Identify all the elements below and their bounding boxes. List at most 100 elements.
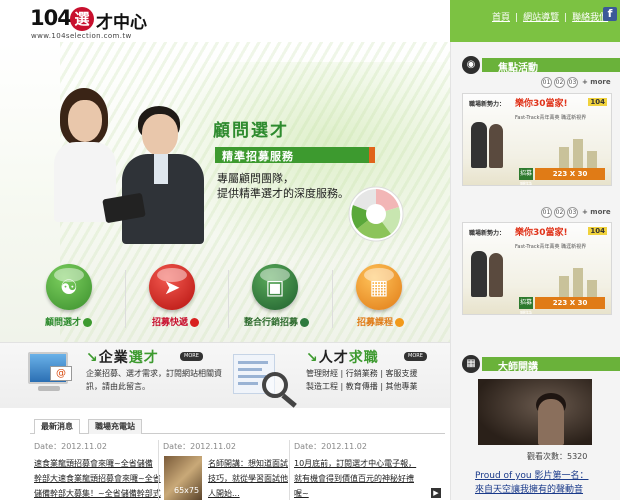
menu-divider xyxy=(228,270,229,328)
link-separator: | xyxy=(515,13,519,23)
go-icon xyxy=(190,318,200,327)
company-title-part-1: 企業 xyxy=(98,350,129,366)
menu-label-express[interactable]: 招募快遞 xyxy=(152,315,200,328)
top-links: 首頁 | 網站導覽 | 聯絡我們 xyxy=(492,10,608,23)
man-shirt xyxy=(154,154,168,184)
doc-line xyxy=(238,375,266,378)
hero-pie-graphic xyxy=(348,186,404,242)
link-sitemap[interactable]: 網站導覽 xyxy=(523,13,559,23)
building-shape xyxy=(573,268,583,298)
menu-label-consultant[interactable]: 顧問選才 xyxy=(45,315,93,328)
hero-description-line-2: 提供精準選才的深度服務。 xyxy=(217,187,349,200)
news-item-line[interactable]: 速食業龍頭招募會來囉~全省儲備 xyxy=(34,458,153,469)
logo-circle: 選 xyxy=(70,7,94,31)
news-next-arrow-icon[interactable]: ▶ xyxy=(431,488,441,498)
doc-line xyxy=(238,368,262,371)
talent-section-title[interactable]: ↘人才求職 xyxy=(306,347,379,367)
banner-cta-left: 招募職缺 xyxy=(519,168,533,186)
menu-label-text: 招募課程 xyxy=(357,318,394,328)
facebook-icon[interactable]: f xyxy=(603,7,617,21)
building-shape xyxy=(559,276,569,298)
talent-categories-line-2[interactable]: 製造工程 | 教育傳播 | 其他專業 xyxy=(306,381,418,392)
logo[interactable]: 104 選 才中心 www.104selection.com.tw xyxy=(30,6,170,40)
tab-career-charging[interactable]: 職場充電站 xyxy=(88,419,142,434)
talent-title-part-2: 求職 xyxy=(348,350,379,366)
video-link-1[interactable]: Proud of you 影片第一名： xyxy=(475,468,589,481)
top-nav-bar: 首頁 | 網站導覽 | 聯絡我們 f xyxy=(450,0,620,42)
news-divider xyxy=(158,440,159,500)
talent-categories-line-1[interactable]: 管理財經 | 行銷業務 | 客服支援 xyxy=(306,368,418,379)
building-shape xyxy=(587,151,597,169)
menu-label-text: 顧問選才 xyxy=(45,318,82,328)
company-text-line-2[interactable]: 訊，請由此留言。 xyxy=(86,381,150,392)
mail-icon: @ xyxy=(50,366,72,381)
link-separator: | xyxy=(564,13,568,23)
gloss xyxy=(364,268,394,282)
talent-more-button[interactable]: MORE xyxy=(404,352,427,361)
banner-tagline: Fast-Track青年菁英 職涯新視界 xyxy=(515,115,587,121)
banner-cta: 223 X 30 xyxy=(535,297,605,309)
menu-button-express[interactable]: ➤ xyxy=(149,264,195,310)
news-item-line[interactable]: 人開始... xyxy=(208,488,240,499)
focus-banner-2[interactable]: 職場新勢力： 樂你30當家! 104 Fast-Track青年菁英 職涯新視界 … xyxy=(462,222,612,315)
banner-logo: 104 xyxy=(588,98,607,106)
masters-title: 大師開講 xyxy=(498,362,538,373)
news-item-line[interactable]: 就有機會得到價值百元的神秘好禮 xyxy=(294,473,414,484)
arrow-icon: ↘ xyxy=(86,350,99,366)
arrow-icon: ↘ xyxy=(306,350,319,366)
company-section-title[interactable]: ↘企業選才 xyxy=(86,347,159,367)
banner-title: 樂你30當家! xyxy=(515,99,568,109)
news-item-line[interactable]: 名師開講：想知道面試 xyxy=(208,458,288,469)
page-dot[interactable]: 01 xyxy=(541,207,552,218)
man-face xyxy=(142,114,178,156)
link-home[interactable]: 首頁 xyxy=(492,13,510,23)
banner-logo: 104 xyxy=(588,227,607,235)
monitor-stand xyxy=(38,386,60,391)
video-player[interactable] xyxy=(478,379,592,445)
hero-bar-strip xyxy=(369,147,375,163)
camera-icon: ◉ xyxy=(462,56,480,74)
menu-button-integrated[interactable]: ▣ xyxy=(252,264,298,310)
news-item-line[interactable]: 技巧，就從學習面試他 xyxy=(208,473,288,484)
building-shape xyxy=(573,139,583,169)
logo-number: 104 xyxy=(30,6,72,30)
page-dot[interactable]: 01 xyxy=(541,77,552,88)
news-item-line[interactable]: 喔~ xyxy=(294,488,309,499)
hero-description-line-1: 專屬顧問團隊， xyxy=(217,172,294,185)
news-item-line[interactable]: 儲備幹部大募集！~全省儲備幹部式 xyxy=(34,488,161,499)
news-item-line[interactable]: 10月底前，訂閱選才中心電子報， xyxy=(294,458,416,469)
focus-events-title: 焦點活動 xyxy=(498,63,538,74)
more-link[interactable]: + more xyxy=(582,78,611,86)
more-link[interactable]: + more xyxy=(582,208,611,216)
page-dot[interactable]: 03 xyxy=(567,207,578,218)
menu-button-courses[interactable]: ▦ xyxy=(356,264,402,310)
video-person xyxy=(538,399,564,445)
banner-pager-1: 01 02 03 + more xyxy=(541,77,611,88)
focus-banner-1[interactable]: 職場新勢力： 樂你30當家! 104 Fast-Track青年菁英 職涯新視界 … xyxy=(462,93,612,186)
video-link-2[interactable]: 來自天空讓我擁有的聲動音 xyxy=(475,482,583,495)
building-shape xyxy=(559,147,569,169)
hero-subtitle: 精準招募服務 xyxy=(222,150,294,163)
news-item-line[interactable]: 幹部大速食業龍頭招募會來囉~全省 xyxy=(34,473,161,484)
go-icon xyxy=(395,318,405,327)
menu-label-courses[interactable]: 招募課程 xyxy=(357,315,405,328)
news-tab-bar: 最新消息 職場充電站 xyxy=(30,418,445,434)
banner-tagline: Fast-Track青年菁英 職涯新視界 xyxy=(515,244,587,250)
menu-label-text: 整合行銷招募 xyxy=(244,318,299,328)
menu-button-consultant[interactable]: ☯ xyxy=(46,264,92,310)
tab-latest-news[interactable]: 最新消息 xyxy=(34,419,80,434)
banner-top-text: 職場新勢力： xyxy=(469,230,506,237)
banner-pager-2: 01 02 03 + more xyxy=(541,207,611,218)
page-dot[interactable]: 02 xyxy=(554,77,565,88)
page-dot[interactable]: 03 xyxy=(567,77,578,88)
banner-person xyxy=(471,122,487,168)
doc-line xyxy=(238,361,268,364)
company-more-button[interactable]: MORE xyxy=(180,352,203,361)
news-date: Date：2012.11.02 xyxy=(34,442,107,451)
thumbnail-size-label: 65x75 xyxy=(174,486,200,495)
menu-label-integrated[interactable]: 整合行銷招募 xyxy=(244,315,310,328)
go-icon xyxy=(300,318,310,327)
page-dot[interactable]: 02 xyxy=(554,207,565,218)
banner-title: 樂你30當家! xyxy=(515,228,568,238)
banner-person xyxy=(489,124,503,168)
